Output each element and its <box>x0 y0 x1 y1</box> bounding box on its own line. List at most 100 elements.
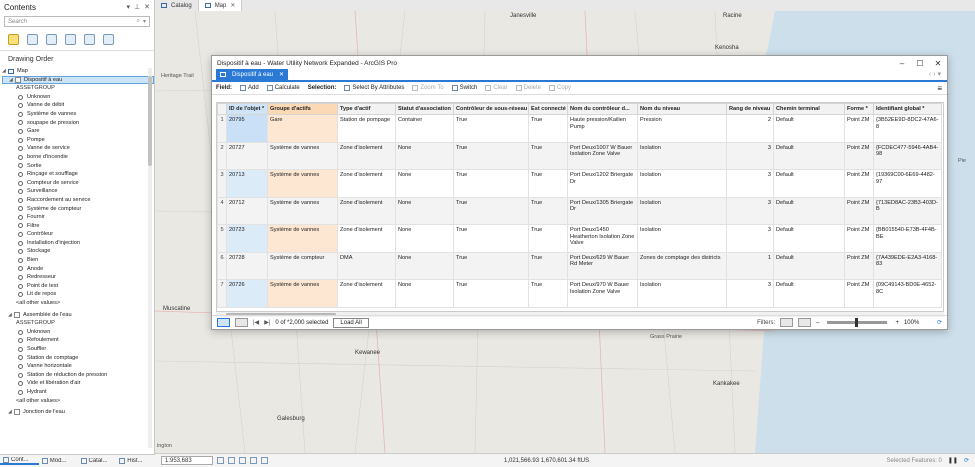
column-header[interactable]: Chemin terminal <box>773 103 845 115</box>
snapping-icon[interactable] <box>239 457 246 464</box>
zoom-out-icon[interactable]: – <box>816 320 819 326</box>
layer-dispositif-a-eau[interactable]: ◢ Dispositif à eau <box>2 75 154 85</box>
table-cell[interactable]: Default <box>773 114 845 143</box>
scale-dropdown-icon[interactable] <box>217 457 224 464</box>
table-cell[interactable]: Point ZM <box>844 196 874 225</box>
add-field-button[interactable]: Add <box>240 85 259 91</box>
table-cell[interactable]: True <box>453 141 529 170</box>
table-cell[interactable]: Default <box>773 224 845 253</box>
row-number[interactable]: 4 <box>217 196 227 225</box>
table-cell[interactable]: None <box>395 196 454 225</box>
table-cell[interactable]: {FCDEC477-5946-4AB4-98 <box>873 141 942 170</box>
table-cell[interactable]: Port Deux/970 W Bauer Isolation Zone Val… <box>567 279 638 308</box>
table-cell[interactable]: {BB015540-E73B-4F4B-BE <box>873 224 942 253</box>
table-cell[interactable]: 20728 <box>226 251 268 280</box>
table-cell[interactable]: Pression <box>637 114 727 143</box>
search-icon[interactable]: ⌕ <box>137 18 140 25</box>
list-by-editing-icon[interactable] <box>65 34 76 45</box>
column-header[interactable]: Groupe d'actifs <box>267 103 338 115</box>
table-cell[interactable]: None <box>395 224 454 253</box>
table-cell[interactable]: Gare <box>267 114 338 143</box>
close-icon[interactable]: ✕ <box>230 2 235 9</box>
table-cell[interactable]: Système de vannes <box>267 196 338 225</box>
refresh-icon[interactable]: ⟳ <box>937 319 942 326</box>
row-number[interactable]: 7 <box>217 279 227 308</box>
table-cell[interactable]: Zone d'isolement <box>337 279 396 308</box>
grid-icon[interactable] <box>228 457 235 464</box>
table-cell[interactable]: Default <box>773 251 845 280</box>
tab-modify[interactable]: Mod... <box>39 458 78 464</box>
table-cell[interactable]: Port Deux/1007 W Bauer Isolation Zone Va… <box>567 141 638 170</box>
search-options-icon[interactable]: ▾ <box>143 18 146 25</box>
close-icon[interactable]: ✕ <box>929 59 947 68</box>
list-by-drawing-order-icon[interactable] <box>8 34 19 45</box>
column-header[interactable]: ID de l'objet * <box>226 103 268 115</box>
table-cell[interactable]: 1 <box>726 251 774 280</box>
table-cell[interactable]: True <box>453 169 529 198</box>
tab-contents[interactable]: Cont... <box>0 457 39 465</box>
table-cell[interactable]: 3 <box>726 169 774 198</box>
table-cell[interactable]: 2 <box>726 114 774 143</box>
table-row[interactable]: 2 20727 Système de vannes Zone d'isolement N… <box>217 141 942 170</box>
zoom-in-icon[interactable]: + <box>895 320 899 326</box>
table-cell[interactable]: 20727 <box>226 141 268 170</box>
pin-icon[interactable]: ⊥ <box>134 3 140 11</box>
table-cell[interactable]: Système de compteur <box>267 251 338 280</box>
table-cell[interactable]: {3B52EE9D-8DC2-47A6-8 <box>873 114 942 143</box>
table-zoom-value[interactable]: 100% <box>904 320 932 326</box>
table-cell[interactable]: Station de pompage <box>337 114 396 143</box>
table-row[interactable]: 1 20795 Gare Station de pompage Container Tru… <box>217 114 942 143</box>
calculate-field-button[interactable]: Calculate <box>266 85 300 91</box>
row-selector-header[interactable] <box>217 103 227 115</box>
table-cell[interactable]: 20795 <box>226 114 268 143</box>
row-number[interactable]: 6 <box>217 251 227 280</box>
table-cell[interactable]: Default <box>773 279 845 308</box>
table-menu-icon[interactable]: ≡ <box>937 84 942 93</box>
window-titlebar[interactable]: Dispositif à eau - Water Utility Network… <box>212 56 947 70</box>
search-input[interactable]: Search <box>8 19 137 25</box>
contents-scrollbar[interactable] <box>148 68 152 448</box>
last-record-icon[interactable]: ▶| <box>264 319 270 326</box>
table-cell[interactable]: True <box>453 251 529 280</box>
table-cell[interactable]: Port Deux/1202 Briergate Dr <box>567 169 638 198</box>
table-cell[interactable]: Point ZM <box>844 114 874 143</box>
table-cell[interactable]: Port Deux/629 W Bauer Rd Meter <box>567 251 638 280</box>
tab-dispositif-a-eau[interactable]: Dispositif à eau ✕ <box>216 69 289 80</box>
chevron-down-icon[interactable]: ▾ <box>127 3 131 11</box>
table-cell[interactable]: Zone d'isolement <box>337 224 396 253</box>
table-cell[interactable]: Zone d'isolement <box>337 169 396 198</box>
table-cell[interactable]: 3 <box>726 196 774 225</box>
table-cell[interactable]: 3 <box>726 224 774 253</box>
column-header[interactable]: Statut d'association <box>395 103 454 115</box>
table-row[interactable]: 4 20712 Système de vannes Zone d'isolement N… <box>217 196 942 225</box>
table-cell[interactable]: Port Deux/1305 Briergate Dr <box>567 196 638 225</box>
first-record-icon[interactable]: |◀ <box>253 319 259 326</box>
table-row[interactable]: 3 20713 Système de vannes Zone d'isolement N… <box>217 169 942 198</box>
table-cell[interactable]: Zones de comptage des districts <box>637 251 727 280</box>
load-all-button[interactable]: Load All <box>333 317 369 328</box>
tab-map-view[interactable]: Map ✕ <box>198 0 243 11</box>
table-cell[interactable]: {713ED8AC-23B3-403D-B <box>873 196 942 225</box>
table-cell[interactable]: True <box>453 196 529 225</box>
refresh-icon[interactable]: ⟳ <box>964 457 969 464</box>
list-by-labeling-icon[interactable] <box>103 34 114 45</box>
table-cell[interactable]: Default <box>773 196 845 225</box>
table-row[interactable]: 7 20726 Système de vannes Zone d'isolement N… <box>217 279 942 308</box>
pause-icon[interactable]: ❚❚ <box>948 457 958 464</box>
table-cell[interactable]: None <box>395 279 454 308</box>
table-cell[interactable]: True <box>453 279 529 308</box>
copy-button[interactable]: Copy <box>549 85 571 91</box>
tab-history[interactable]: Hist... <box>116 458 155 464</box>
pause-drawing-icon[interactable] <box>261 457 268 464</box>
table-cell[interactable]: 20723 <box>226 224 268 253</box>
delete-button[interactable]: Delete <box>515 85 541 91</box>
maximize-icon[interactable]: ☐ <box>911 59 929 68</box>
table-cell[interactable]: Point ZM <box>844 251 874 280</box>
layer-assemblee-de-leau[interactable]: ◢ Assemblée de l'eau <box>2 311 154 320</box>
table-cell[interactable]: None <box>395 169 454 198</box>
list-by-data-source-icon[interactable] <box>27 34 38 45</box>
table-cell[interactable]: Point ZM <box>844 279 874 308</box>
column-header[interactable]: Est connecté <box>528 103 568 115</box>
column-header[interactable]: Forme * <box>844 103 874 115</box>
layer-jonction-de-leau[interactable]: ◢ Jonction de l'eau <box>2 408 154 417</box>
